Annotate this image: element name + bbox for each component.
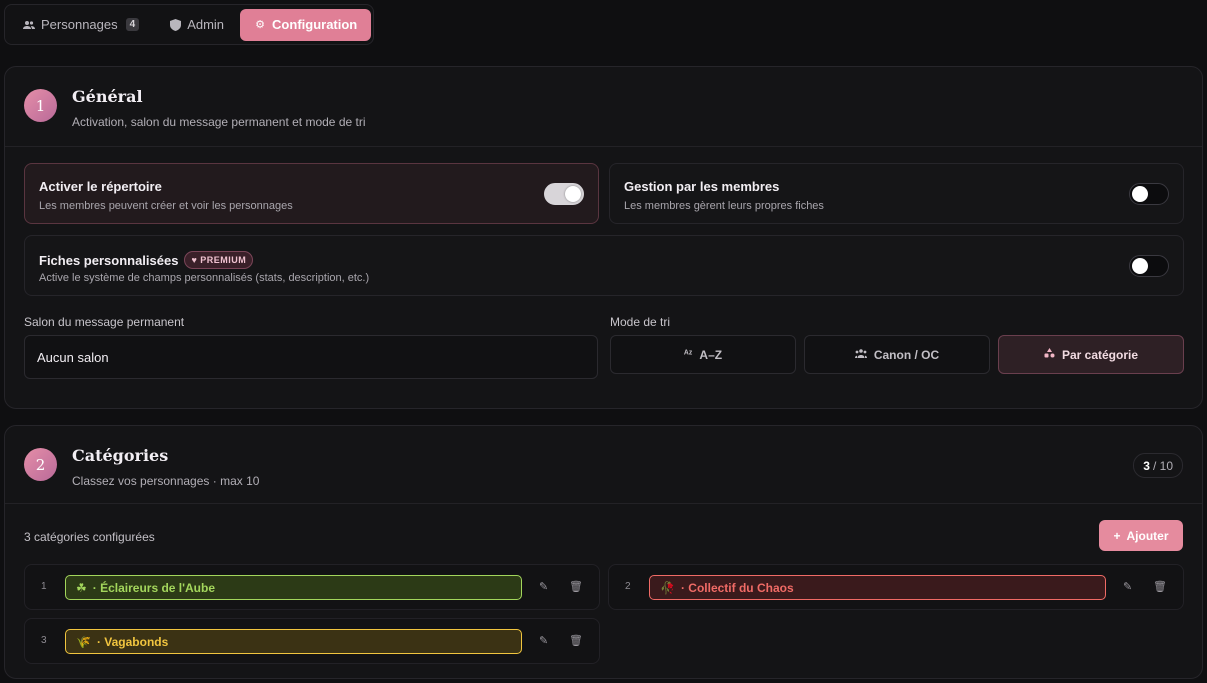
- trash-icon[interactable]: 🗑: [569, 580, 583, 593]
- category-name: · Éclaireurs de l'Aube: [92, 580, 215, 595]
- sort-alpha-icon: ᴬᶻ: [683, 349, 693, 360]
- step-number: 1: [24, 89, 57, 122]
- edit-icon[interactable]: ✎: [539, 634, 548, 647]
- section-title: Général: [72, 87, 143, 106]
- categories-section: 2 Catégories Classez vos personnages · m…: [4, 425, 1203, 679]
- category-index: 3: [41, 635, 47, 646]
- section-header: 2 Catégories Classez vos personnages · m…: [5, 426, 1202, 504]
- category-icon: [1044, 348, 1055, 361]
- group-icon: [854, 348, 867, 361]
- tab-label: Admin: [187, 17, 225, 32]
- tab-personnages[interactable]: Personnages 4: [9, 9, 153, 41]
- wheat-icon: 🌾: [76, 634, 91, 649]
- section-title: Catégories: [72, 446, 169, 465]
- tab-label: Personnages: [41, 17, 118, 32]
- edit-icon[interactable]: ✎: [1123, 580, 1132, 593]
- category-index: 2: [625, 581, 631, 592]
- category-row: 2 🥀 · Collectif du Chaos ✎ 🗑: [608, 564, 1184, 610]
- toggle-switch[interactable]: [1129, 183, 1169, 205]
- sort-canon-button[interactable]: Canon / OC: [804, 335, 990, 374]
- category-index: 1: [41, 581, 47, 592]
- plus-icon: +: [1113, 528, 1121, 543]
- option-desc: Les membres peuvent créer et voir les pe…: [39, 200, 293, 212]
- trash-icon[interactable]: 🗑: [1153, 580, 1167, 593]
- clover-icon: ☘: [76, 580, 87, 595]
- add-category-button[interactable]: + Ajouter: [1099, 520, 1183, 551]
- category-pill[interactable]: 🥀 · Collectif du Chaos: [649, 575, 1106, 600]
- sort-categorie-button[interactable]: Par catégorie: [998, 335, 1184, 374]
- option-desc: Les membres gèrent leurs propres fiches: [624, 200, 824, 212]
- shield-icon: [169, 18, 181, 31]
- option-desc: Active le système de champs personnalisé…: [39, 272, 370, 284]
- option-title: Fiches personnalisées: [39, 252, 179, 268]
- salon-label: Salon du message permanent: [24, 315, 185, 329]
- category-pill[interactable]: ☘ · Éclaireurs de l'Aube: [65, 575, 522, 600]
- sort-label: Mode de tri: [610, 315, 671, 329]
- category-pill[interactable]: 🌾 · Vagabonds: [65, 629, 522, 654]
- category-row: 3 🌾 · Vagabonds ✎ 🗑: [24, 618, 600, 664]
- trash-icon[interactable]: 🗑: [569, 634, 583, 647]
- gear-icon: ⚙: [255, 19, 265, 31]
- option-title: Activer le répertoire: [39, 179, 162, 194]
- premium-badge: ♥ PREMIUM: [184, 251, 254, 269]
- toggle-switch[interactable]: [544, 183, 584, 205]
- category-name: · Collectif du Chaos: [680, 580, 794, 595]
- option-activer-repertoire[interactable]: Activer le répertoire Les membres peuven…: [24, 163, 599, 224]
- edit-icon[interactable]: ✎: [539, 580, 548, 593]
- configured-count: 3 catégories configurées: [24, 530, 155, 544]
- wilted-flower-icon: 🥀: [660, 580, 675, 595]
- section-subtitle: Activation, salon du message permanent e…: [72, 115, 366, 129]
- section-subtitle: Classez vos personnages · max 10: [72, 474, 260, 488]
- count-badge: 4: [125, 18, 140, 31]
- main-tabs: Personnages 4 Admin ⚙ Configuration: [4, 4, 374, 45]
- tab-configuration[interactable]: ⚙ Configuration: [240, 8, 372, 41]
- section-header: 1 Général Activation, salon du message p…: [5, 67, 1202, 147]
- heart-icon: ♥: [191, 255, 198, 265]
- option-fiches-personnalisees[interactable]: Fiches personnalisées ♥ PREMIUM Active le…: [24, 235, 1184, 296]
- sort-az-button[interactable]: ᴬᶻ A–Z: [610, 335, 796, 374]
- category-row: 1 ☘ · Éclaireurs de l'Aube ✎ 🗑: [24, 564, 600, 610]
- tab-label: Configuration: [272, 17, 358, 32]
- option-title-row: Fiches personnalisées ♥ PREMIUM: [39, 251, 254, 269]
- general-section: 1 Général Activation, salon du message p…: [4, 66, 1203, 409]
- tab-admin[interactable]: Admin: [155, 9, 238, 41]
- toggle-switch[interactable]: [1129, 255, 1169, 277]
- category-counter: 3 / 10: [1133, 453, 1183, 478]
- category-name: · Vagabonds: [96, 634, 169, 649]
- option-gestion-membres[interactable]: Gestion par les membres Les membres gère…: [609, 163, 1184, 224]
- users-icon: [23, 19, 35, 31]
- option-title: Gestion par les membres: [624, 179, 780, 194]
- step-number: 2: [24, 448, 57, 481]
- salon-select[interactable]: Aucun salon: [24, 335, 598, 379]
